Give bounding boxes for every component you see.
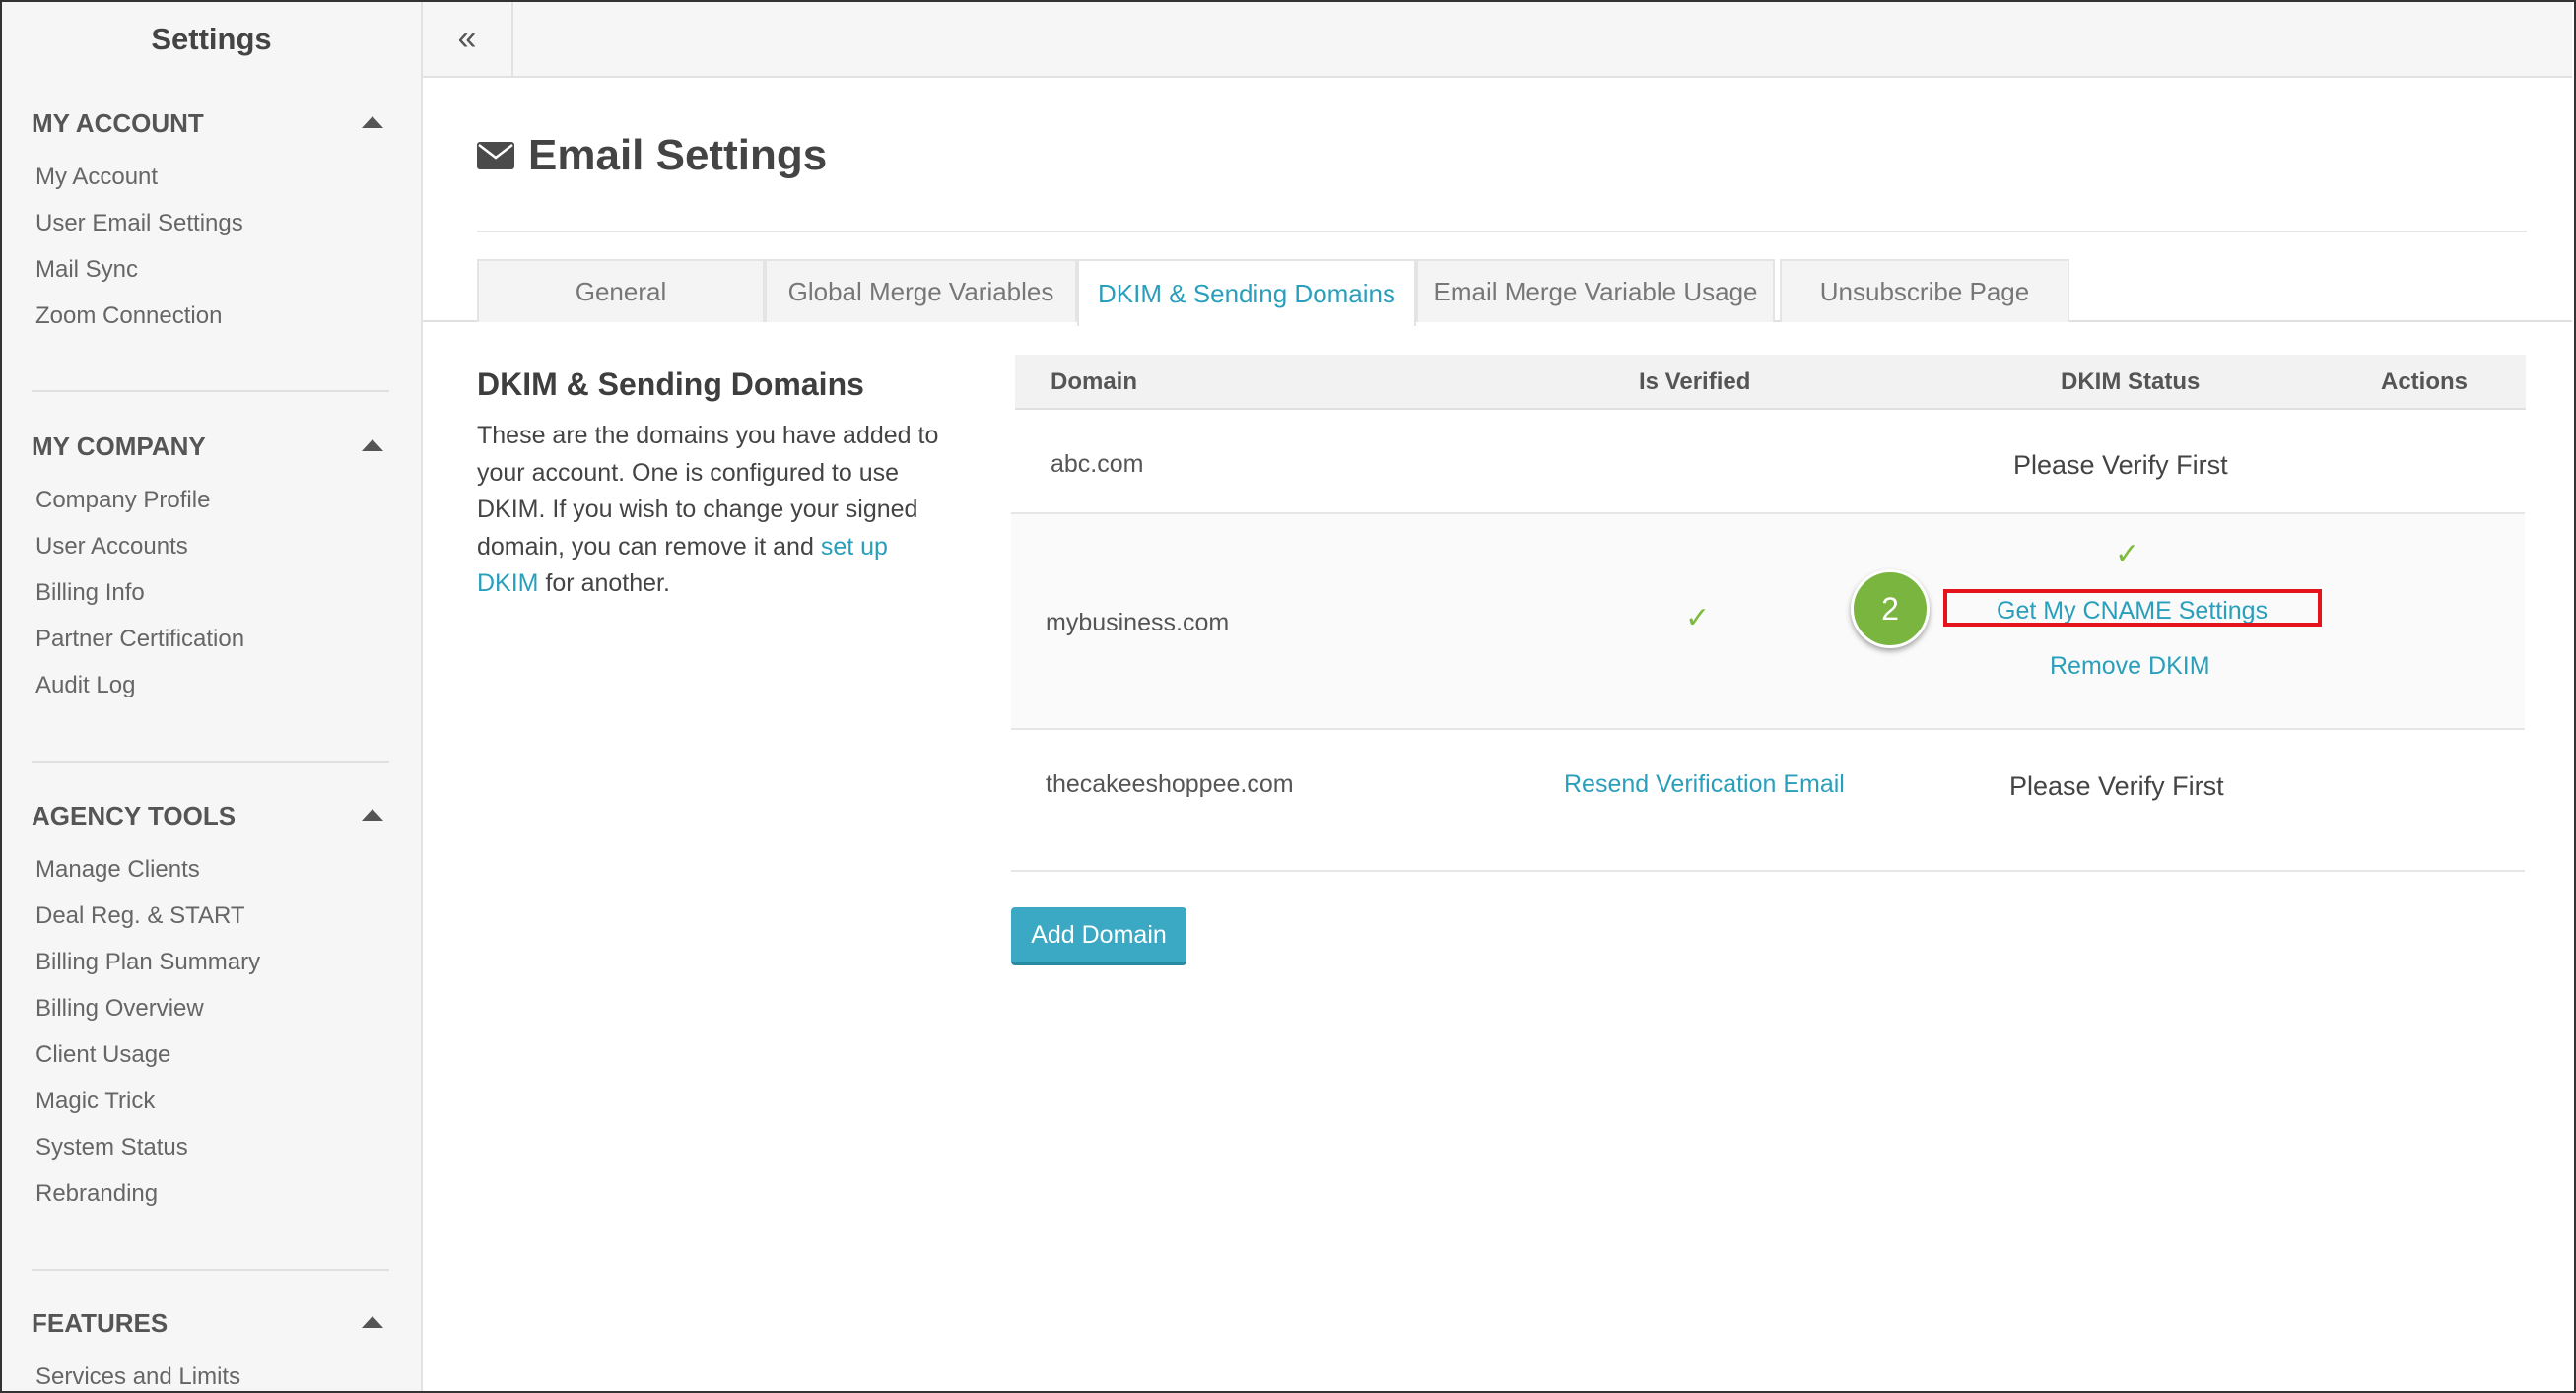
remove-dkim-link[interactable]: Remove DKIM (2050, 652, 2210, 681)
section-description: These are the domains you have added to … (477, 418, 940, 603)
sidebar-item-billing-info[interactable]: Billing Info (32, 569, 389, 616)
tab-email-merge-variable-usage[interactable]: Email Merge Variable Usage (1416, 259, 1775, 322)
sidebar-item-company-profile[interactable]: Company Profile (32, 477, 389, 523)
table-header: Domain Is Verified DKIM Status Actions (1015, 355, 2526, 410)
domain-cell: abc.com (1051, 450, 1144, 478)
tab-dkim-sending-domains[interactable]: DKIM & Sending Domains (1077, 259, 1416, 326)
caret-up-icon[interactable] (362, 439, 383, 451)
caret-up-icon[interactable] (362, 1316, 383, 1328)
section-title: MY ACCOUNT (32, 108, 204, 138)
sidebar-item-system-status[interactable]: System Status (32, 1124, 389, 1170)
sidebar-item-zoom-connection[interactable]: Zoom Connection (32, 293, 389, 339)
sidebar-item-billing-overview[interactable]: Billing Overview (32, 985, 389, 1031)
sidebar-item-user-email-settings[interactable]: User Email Settings (32, 200, 389, 246)
sidebar-item-magic-trick[interactable]: Magic Trick (32, 1078, 389, 1124)
resend-verification-email-link[interactable]: Resend Verification Email (1564, 770, 1845, 799)
column-header-is-verified: Is Verified (1639, 368, 1751, 395)
sidebar-divider (32, 1269, 389, 1271)
section-header-features[interactable]: FEATURES (32, 1298, 389, 1348)
column-header-actions: Actions (2381, 368, 2469, 395)
add-domain-button[interactable]: Add Domain (1011, 907, 1186, 965)
section-title: AGENCY TOOLS (32, 801, 237, 830)
sidebar-divider (32, 761, 389, 763)
check-icon: ✓ (2115, 538, 2140, 570)
caret-up-icon[interactable] (362, 809, 383, 821)
sidebar-section-agency-tools: AGENCY TOOLS Manage Clients Deal Reg. & … (32, 791, 389, 1217)
section-heading: DKIM & Sending Domains (477, 366, 864, 402)
section-title: MY COMPANY (32, 431, 206, 461)
domain-cell: thecakeeshoppee.com (1046, 770, 1294, 798)
sidebar-section-my-company: MY COMPANY Company Profile User Accounts… (32, 422, 389, 708)
sidebar-item-mail-sync[interactable]: Mail Sync (32, 246, 389, 293)
section-title: FEATURES (32, 1308, 169, 1338)
envelope-icon (477, 142, 514, 169)
caret-up-icon[interactable] (362, 116, 383, 128)
column-header-domain: Domain (1051, 368, 1138, 395)
row-divider (1011, 728, 2525, 730)
row-divider (1011, 870, 2525, 872)
column-header-dkim-status: DKIM Status (2061, 368, 2201, 395)
section-header-agency-tools[interactable]: AGENCY TOOLS (32, 791, 389, 840)
double-chevron-left-icon: « (457, 20, 477, 57)
step-badge: 2 (1851, 569, 1930, 648)
tab-general[interactable]: General (477, 259, 765, 322)
sidebar-section-features: FEATURES Services and Limits (32, 1298, 389, 1391)
highlight-box (1943, 589, 2322, 627)
sidebar-section-my-account: MY ACCOUNT My Account User Email Setting… (32, 99, 389, 339)
top-bar: « (423, 2, 2572, 78)
description-text-end: for another. (538, 569, 670, 597)
sidebar: Settings MY ACCOUNT My Account User Emai… (2, 2, 423, 1391)
sidebar-item-billing-plan-summary[interactable]: Billing Plan Summary (32, 939, 389, 985)
domain-cell: mybusiness.com (1046, 609, 1230, 636)
section-header-my-company[interactable]: MY COMPANY (32, 422, 389, 471)
sidebar-divider (32, 390, 389, 392)
page-title: Email Settings (528, 131, 828, 179)
check-icon: ✓ (1685, 602, 1711, 634)
sidebar-item-manage-clients[interactable]: Manage Clients (32, 846, 389, 893)
sidebar-item-deal-reg-start[interactable]: Deal Reg. & START (32, 893, 389, 939)
title-divider (477, 231, 2527, 232)
dkim-status-text: Please Verify First (2009, 771, 2224, 801)
sidebar-item-client-usage[interactable]: Client Usage (32, 1031, 389, 1078)
tab-unsubscribe-page[interactable]: Unsubscribe Page (1780, 259, 2069, 322)
sidebar-item-my-account[interactable]: My Account (32, 154, 389, 200)
sidebar-item-audit-log[interactable]: Audit Log (32, 662, 389, 708)
sidebar-item-services-and-limits[interactable]: Services and Limits (32, 1354, 389, 1391)
sidebar-item-partner-certification[interactable]: Partner Certification (32, 616, 389, 662)
tab-global-merge-variables[interactable]: Global Merge Variables (765, 259, 1077, 322)
sidebar-item-rebranding[interactable]: Rebranding (32, 1170, 389, 1217)
section-header-my-account[interactable]: MY ACCOUNT (32, 99, 389, 148)
sidebar-item-user-accounts[interactable]: User Accounts (32, 523, 389, 569)
page-header: Email Settings (477, 131, 827, 180)
dkim-status-text: Please Verify First (2013, 450, 2228, 480)
sidebar-title: Settings (151, 22, 272, 56)
collapse-sidebar-button[interactable]: « (423, 2, 513, 76)
